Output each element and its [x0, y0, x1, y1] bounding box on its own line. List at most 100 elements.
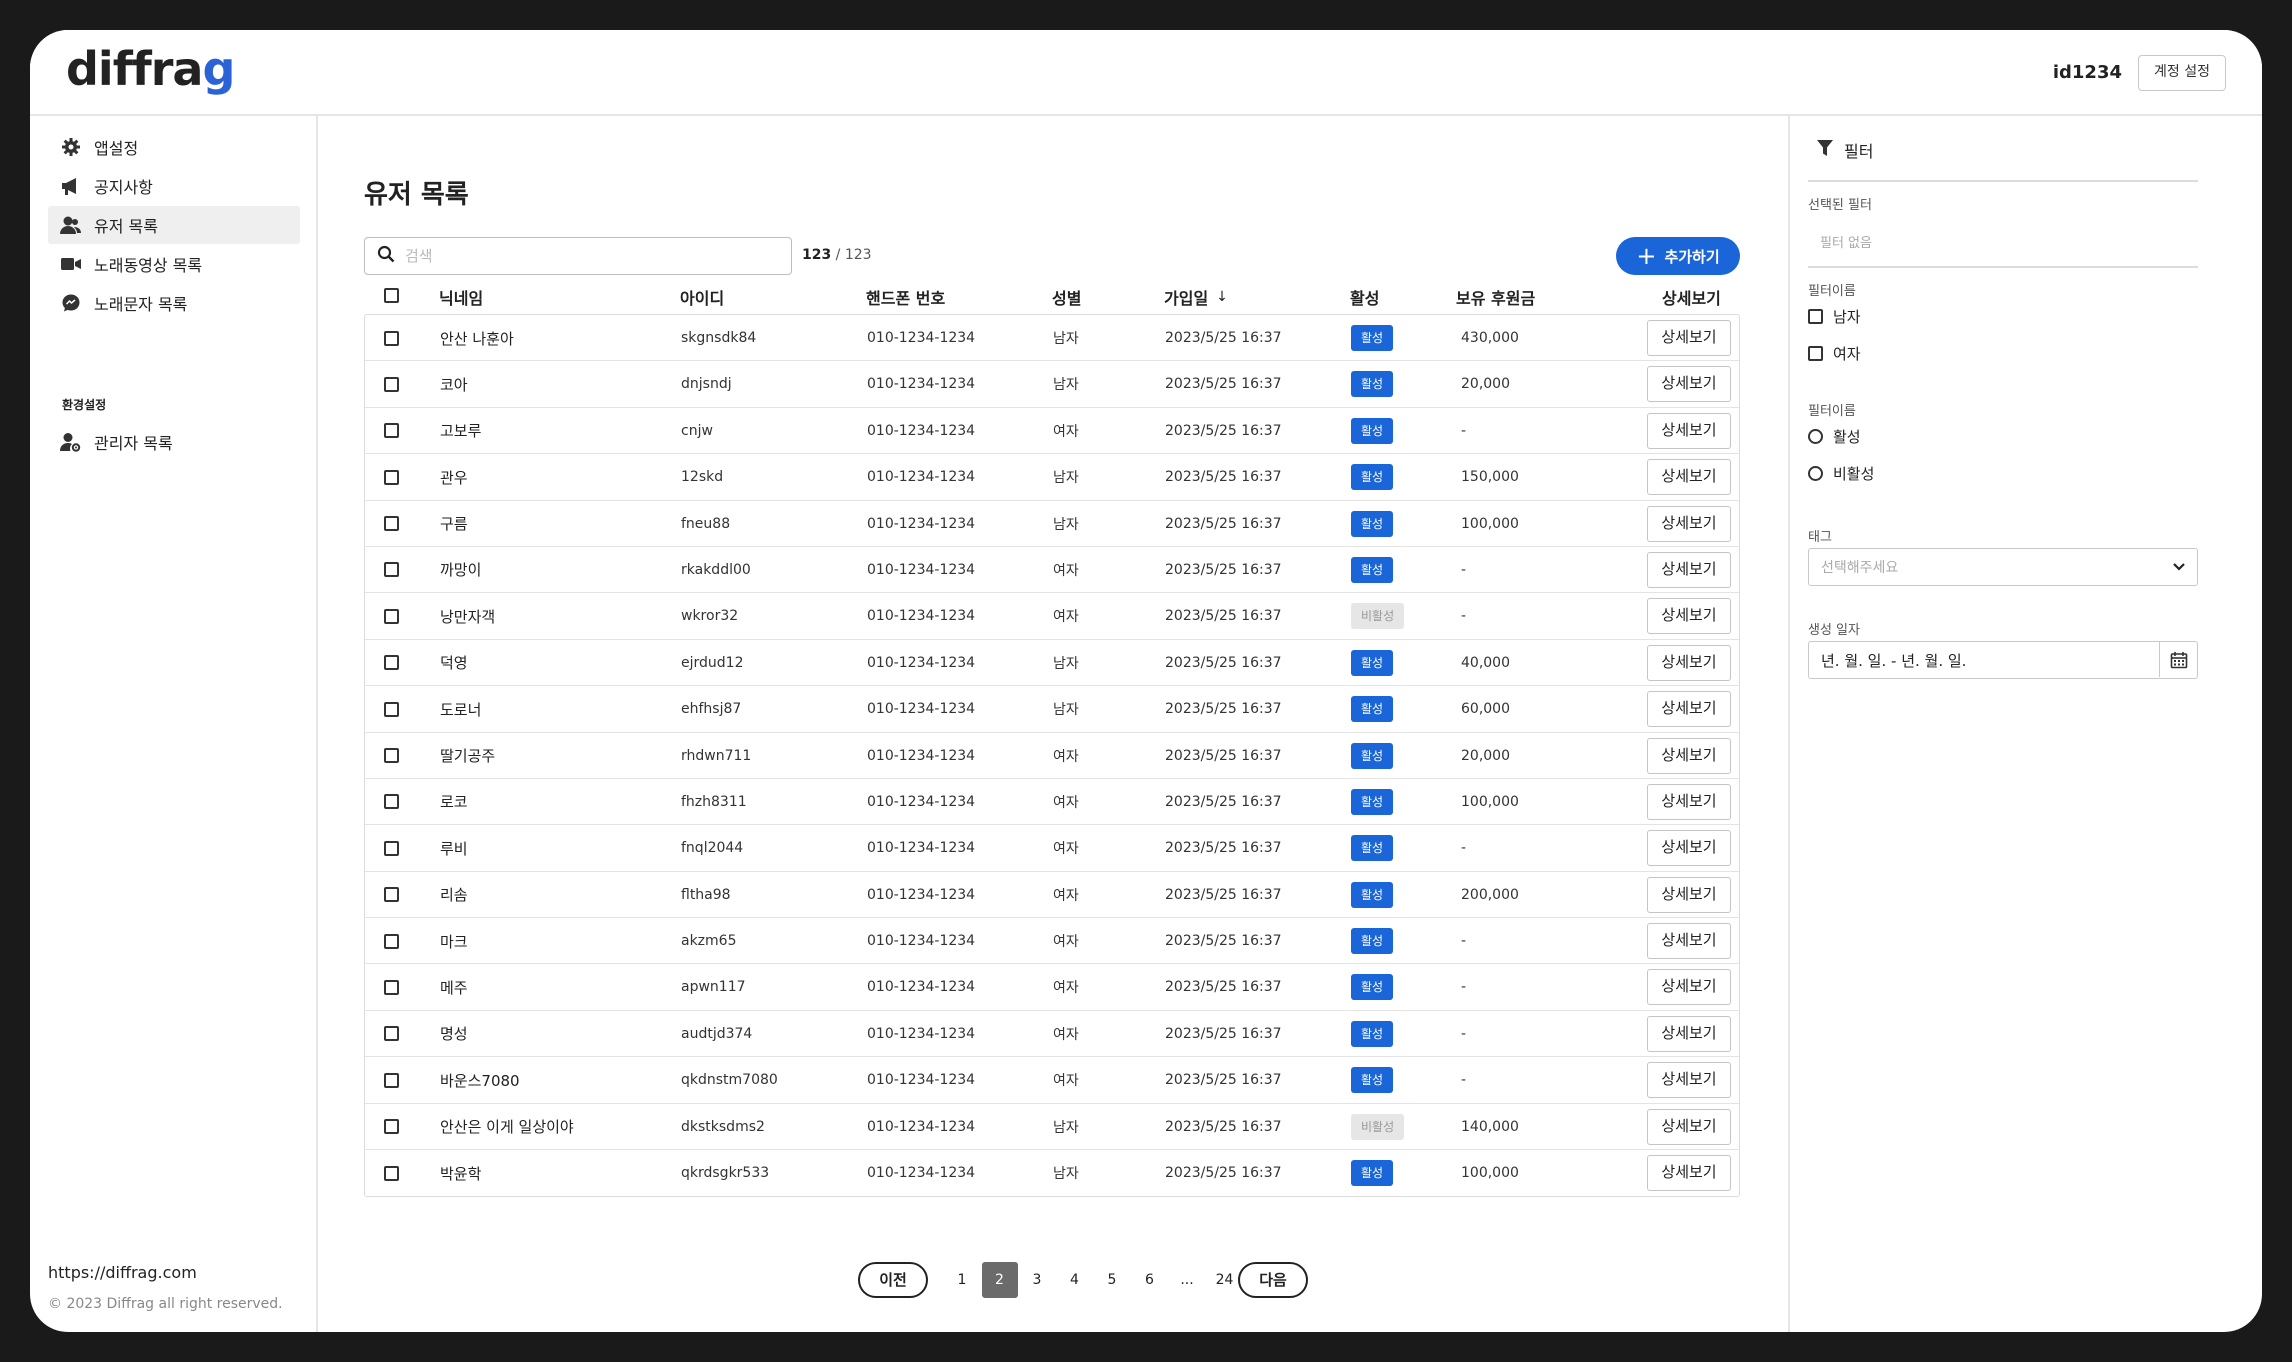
row-checkbox[interactable] [384, 562, 399, 578]
cell-gender: 남자 [1053, 655, 1079, 672]
detail-button[interactable]: 상세보기 [1647, 644, 1731, 681]
row-checkbox[interactable] [384, 933, 399, 949]
radio-button[interactable] [1808, 429, 1823, 444]
select-all-checkbox[interactable] [384, 288, 399, 303]
cell-detail: 상세보기 [1647, 872, 1731, 918]
detail-button[interactable]: 상세보기 [1647, 551, 1731, 588]
cell-gender: 남자 [1053, 516, 1079, 533]
row-checkbox[interactable] [384, 794, 399, 810]
detail-button[interactable]: 상세보기 [1647, 923, 1731, 960]
detail-button[interactable]: 상세보기 [1647, 505, 1731, 542]
page-title: 유저 목록 [364, 180, 469, 210]
page-number[interactable]: 5 [1094, 1262, 1130, 1298]
row-checkbox[interactable] [384, 979, 399, 995]
add-button-label: 추가하기 [1664, 247, 1720, 266]
sidebar-item-admins[interactable]: 관리자 목록 [48, 423, 300, 461]
next-page-button[interactable]: 다음 [1238, 1262, 1308, 1298]
search-input[interactable] [405, 247, 765, 265]
cell-detail: 상세보기 [1647, 454, 1731, 500]
table-row: 바운스7080 qkdnstm7080 010-1234-1234 여자 2023/5/… [365, 1057, 1739, 1104]
detail-button[interactable]: 상세보기 [1647, 1015, 1731, 1052]
cell-status: 활성 [1351, 964, 1394, 1010]
detail-button[interactable]: 상세보기 [1647, 691, 1731, 728]
checkbox[interactable] [1808, 346, 1823, 361]
page-number[interactable]: 1 [944, 1262, 980, 1298]
table-row: 구름 fneu88 010-1234-1234 남자 2023/5/25 16:37 10… [365, 501, 1739, 547]
prev-page-button[interactable]: 이전 [858, 1262, 928, 1298]
site-url-link[interactable]: https://diffrag.com [48, 1263, 197, 1282]
detail-button[interactable]: 상세보기 [1647, 459, 1731, 496]
col-joined[interactable]: 가입일 ↓ [1164, 285, 1228, 309]
row-checkbox[interactable] [384, 1119, 399, 1135]
page-number[interactable]: 4 [1057, 1262, 1093, 1298]
row-checkbox[interactable] [384, 748, 399, 764]
cell-status: 활성 [1351, 361, 1394, 407]
row-checkbox[interactable] [384, 655, 399, 671]
diffrag-logo[interactable]: diffrag [66, 42, 235, 96]
cell-phone: 010-1234-1234 [867, 979, 976, 996]
cell-phone: 010-1234-1234 [867, 330, 976, 346]
selected-filter-empty: 필터 없음 [1820, 236, 1872, 251]
page-number[interactable]: 3 [1019, 1262, 1055, 1298]
sidebar-item-users[interactable]: 유저 목록 [48, 206, 300, 244]
detail-button[interactable]: 상세보기 [1647, 1108, 1731, 1145]
detail-button[interactable]: 상세보기 [1647, 366, 1731, 403]
sidebar-item-notices[interactable]: 공지사항 [48, 167, 300, 205]
row-checkbox[interactable] [384, 701, 399, 717]
cell-gender: 여자 [1053, 1073, 1079, 1090]
tag-select[interactable]: 선택해주세요 [1808, 548, 2198, 586]
search-box[interactable] [364, 237, 792, 275]
detail-button[interactable]: 상세보기 [1647, 737, 1731, 774]
row-checkbox[interactable] [384, 608, 399, 624]
filter-option-male[interactable]: 남자 [1808, 306, 1861, 327]
checkbox[interactable] [1808, 309, 1823, 324]
detail-button[interactable]: 상세보기 [1647, 412, 1731, 449]
detail-button[interactable]: 상세보기 [1647, 969, 1731, 1006]
row-checkbox[interactable] [384, 516, 399, 532]
detail-button[interactable]: 상세보기 [1647, 783, 1731, 820]
row-checkbox-cell [384, 593, 399, 639]
cell-nickname: 고보루 [440, 422, 482, 441]
add-user-button[interactable]: + 추가하기 [1616, 237, 1740, 275]
chevron-down-icon [2171, 558, 2187, 578]
sidebar-item-app-settings[interactable]: 앱설정 [48, 128, 300, 166]
cell-detail: 상세보기 [1647, 547, 1731, 593]
row-checkbox[interactable] [384, 1165, 399, 1181]
page-number[interactable]: 2 [981, 1262, 1018, 1298]
table-row: 마크 akzm65 010-1234-1234 여자 2023/5/25 16:37 - 활… [365, 918, 1739, 965]
sidebar-item-song-videos[interactable]: 노래동영상 목록 [48, 245, 300, 283]
detail-button[interactable]: 상세보기 [1647, 876, 1731, 913]
filter-option-active[interactable]: 활성 [1808, 426, 1861, 447]
cell-nickname: 메주 [440, 978, 468, 997]
detail-button[interactable]: 상세보기 [1647, 830, 1731, 867]
cell-id: wkror32 [681, 608, 739, 625]
row-checkbox[interactable] [384, 330, 399, 346]
filter-option-female[interactable]: 여자 [1808, 343, 1861, 364]
page-number[interactable]: 6 [1132, 1262, 1168, 1298]
row-checkbox[interactable] [384, 887, 399, 903]
detail-button[interactable]: 상세보기 [1647, 598, 1731, 635]
row-checkbox[interactable] [384, 469, 399, 485]
date-range-input[interactable]: 년. 월. 일. - 년. 월. 일. [1808, 641, 2198, 679]
row-checkbox[interactable] [384, 1026, 399, 1042]
detail-button[interactable]: 상세보기 [1647, 320, 1731, 356]
row-checkbox[interactable] [384, 423, 399, 439]
sidebar-item-song-messages[interactable]: 노래문자 목록 [48, 284, 300, 322]
filter-option-inactive[interactable]: 비활성 [1808, 463, 1874, 484]
table-row: 안산 나훈아 skgnsdk84 010-1234-1234 남자 2023/5/25 … [365, 315, 1739, 362]
account-settings-button[interactable]: 계정 설정 [2138, 55, 2226, 91]
row-checkbox[interactable] [384, 376, 399, 392]
row-checkbox-cell [384, 872, 399, 918]
table-row: 관우 12skd 010-1234-1234 남자 2023/5/25 16:37 150… [365, 454, 1739, 501]
row-checkbox[interactable] [384, 1072, 399, 1088]
row-checkbox-cell [384, 1057, 399, 1103]
detail-button[interactable]: 상세보기 [1647, 1155, 1731, 1192]
cell-id: fhzh8311 [681, 793, 747, 810]
radio-button[interactable] [1808, 466, 1823, 481]
detail-button[interactable]: 상세보기 [1647, 1062, 1731, 1099]
cell-detail: 상세보기 [1647, 501, 1731, 547]
row-checkbox[interactable] [384, 840, 399, 856]
status-badge: 활성 [1351, 510, 1394, 537]
calendar-icon[interactable] [2159, 642, 2197, 677]
status-badge: 활성 [1351, 325, 1394, 351]
